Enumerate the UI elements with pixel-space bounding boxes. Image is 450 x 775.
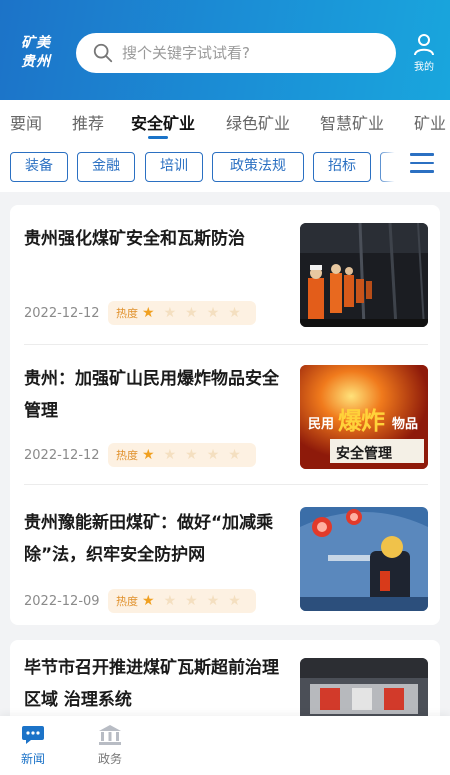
profile-button[interactable]: 我的	[406, 32, 442, 73]
star-icon: ★	[228, 447, 241, 463]
chip-jinrong[interactable]: 金融	[77, 152, 135, 182]
tab-zhihui-kuangye[interactable]: 智慧矿业	[320, 110, 384, 134]
poster-text-3: 物品	[392, 417, 419, 432]
logo-line-1: 矿美	[21, 35, 51, 51]
article-date: 2022-12-12	[24, 448, 100, 463]
chat-icon	[22, 726, 44, 744]
tab-kuangye[interactable]: 矿业	[414, 110, 446, 134]
heat-rating: 热度 ★ ★ ★ ★ ★	[108, 301, 256, 325]
search-input[interactable]	[122, 44, 372, 62]
heat-label: 热度	[116, 449, 138, 462]
poster-text-4: 安全管理	[336, 446, 392, 462]
star-icon: ★	[185, 447, 198, 463]
article-item[interactable]: 贵州豫能新田煤矿：做好“加减乘除”法，织牢安全防护网 2022-12-09 热度…	[10, 485, 440, 625]
search-bar[interactable]	[76, 33, 396, 73]
article-title[interactable]: 贵州豫能新田煤矿：做好“加减乘除”法，织牢安全防护网	[24, 507, 294, 571]
heat-rating: 热度 ★ ★ ★ ★ ★	[108, 589, 256, 613]
star-icon: ★	[163, 305, 177, 321]
bottom-nav: 新闻 政务	[0, 716, 450, 775]
tab-anquan-kuangye[interactable]: 安全矿业	[131, 110, 195, 134]
nav-news-label: 新闻	[20, 752, 45, 766]
star-icon: ★	[163, 447, 177, 463]
nav-government-label: 政务	[97, 752, 122, 766]
article-title[interactable]: 毕节市召开推进煤矿瓦斯超前治理区域 治理系统	[24, 652, 294, 716]
logo-line-2: 贵州	[21, 54, 51, 70]
star-icon: ★	[142, 593, 155, 609]
article-date: 2022-12-09	[24, 594, 100, 609]
article-item[interactable]: 贵州：加强矿山民用爆炸物品安全管理 2022-12-12 热度 ★ ★ ★ ★ …	[10, 345, 440, 485]
chip-zhaobiao[interactable]: 招标	[313, 152, 371, 182]
star-icon: ★	[228, 305, 241, 321]
poster-text-2: 爆炸	[338, 407, 385, 435]
heat-label: 热度	[116, 595, 138, 608]
nav-government[interactable]: 政务	[85, 724, 135, 767]
category-tabs: 要闻 推荐 安全矿业 绿色矿业 智慧矿业 矿业	[0, 100, 450, 144]
chip-zhuangbei[interactable]: 装备	[10, 152, 68, 182]
menu-icon[interactable]	[410, 153, 434, 177]
article-title[interactable]: 贵州强化煤矿安全和瓦斯防治	[24, 223, 294, 255]
star-icon: ★	[206, 305, 220, 321]
star-icon: ★	[163, 593, 177, 609]
government-building-icon	[99, 725, 121, 745]
star-icon: ★	[185, 593, 198, 609]
article-title[interactable]: 贵州：加强矿山民用爆炸物品安全管理	[24, 363, 294, 427]
active-tab-indicator	[148, 136, 168, 139]
poster-text-1: 民用	[308, 417, 335, 432]
heat-rating: 热度 ★ ★ ★ ★ ★	[108, 443, 256, 467]
app-header: 矿美 贵州 我的	[0, 0, 450, 100]
explosives-safety-poster-image[interactable]: 民用 爆炸 物品 安全管理	[300, 365, 428, 469]
star-icon: ★	[185, 305, 198, 321]
star-icon: ★	[206, 593, 220, 609]
article-date: 2022-12-12	[24, 306, 100, 321]
user-icon	[414, 34, 434, 56]
tunnel-worker-image[interactable]	[300, 507, 428, 611]
tab-lvse-kuangye[interactable]: 绿色矿业	[226, 110, 290, 134]
tab-tuijian[interactable]: 推荐	[72, 110, 104, 134]
search-icon	[93, 43, 113, 63]
star-icon: ★	[142, 305, 155, 321]
article-list: 贵州强化煤矿安全和瓦斯防治 2022-12-12 热度 ★ ★ ★ ★ ★ 贵州…	[10, 205, 440, 625]
article-item[interactable]: 贵州强化煤矿安全和瓦斯防治 2022-12-12 热度 ★ ★ ★ ★ ★	[10, 205, 440, 345]
star-icon: ★	[142, 447, 155, 463]
chip-zhengce-fagui[interactable]: 政策法规	[212, 152, 304, 182]
tab-yaowen[interactable]: 要闻	[10, 110, 42, 134]
nav-news[interactable]: 新闻	[8, 724, 58, 767]
chip-peixun[interactable]: 培训	[145, 152, 203, 182]
heat-label: 热度	[116, 307, 138, 320]
star-icon: ★	[206, 447, 220, 463]
profile-label: 我的	[414, 62, 434, 73]
app-logo[interactable]: 矿美 贵州	[14, 34, 58, 72]
star-icon: ★	[228, 593, 241, 609]
miners-underground-image[interactable]	[300, 223, 428, 327]
subcategory-chips: 装备 金融 培训 政策法规 招标 曝	[0, 144, 450, 192]
